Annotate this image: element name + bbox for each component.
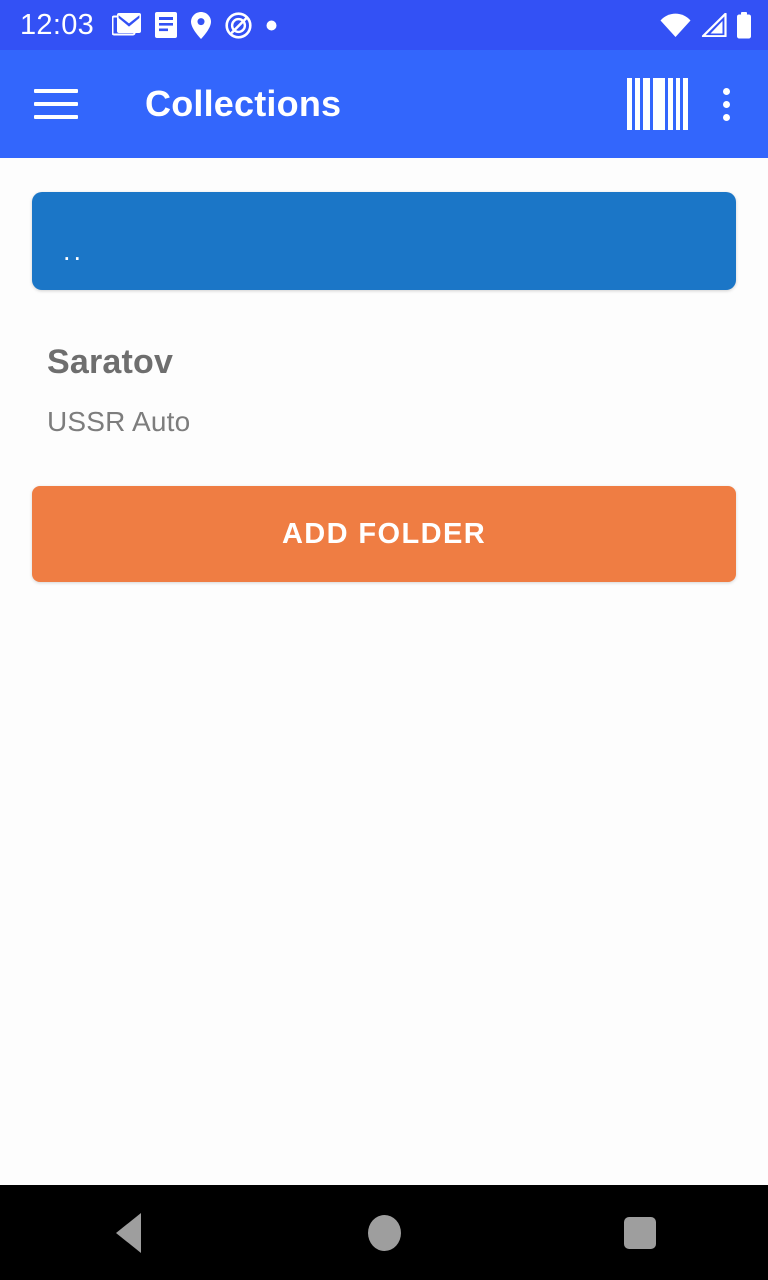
hamburger-bar — [34, 115, 78, 119]
sync-circle-icon — [225, 11, 252, 39]
hamburger-menu-icon[interactable] — [34, 89, 78, 119]
nav-back-button[interactable] — [0, 1185, 256, 1280]
app-bar: Collections — [0, 50, 768, 158]
page-title: Collections — [145, 83, 342, 124]
status-bar-clock: 12:03 — [20, 8, 95, 41]
gmail-icon — [112, 12, 142, 35]
more-vert-icon[interactable] — [698, 69, 754, 139]
folder-title: Saratov — [47, 343, 174, 381]
parent-folder-label: .. — [63, 235, 85, 266]
app-root: 12:03 Collections .. Saratov USSR Auto A… — [0, 0, 768, 1280]
recent-square-icon — [624, 1216, 656, 1249]
wifi-icon — [660, 13, 691, 37]
back-triangle-icon — [115, 1212, 141, 1253]
overflow-dot — [722, 87, 730, 95]
android-navigation-bar — [0, 1185, 768, 1280]
home-circle-icon — [367, 1214, 401, 1251]
add-folder-button[interactable]: ADD FOLDER — [32, 486, 736, 582]
nav-recent-apps-button[interactable] — [512, 1185, 768, 1280]
overflow-dot — [722, 100, 730, 108]
add-folder-button-label: ADD FOLDER — [281, 517, 487, 550]
main-content: .. Saratov USSR Auto ADD FOLDER — [0, 158, 768, 1280]
hamburger-bar — [34, 89, 78, 93]
status-bar-system-icons — [660, 11, 752, 39]
app-bar-actions — [622, 69, 768, 139]
parent-folder-card[interactable]: .. — [32, 192, 736, 290]
location-pin-icon — [191, 11, 212, 39]
status-bar: 12:03 — [0, 0, 768, 50]
nav-home-button[interactable] — [256, 1185, 512, 1280]
overflow-dot — [722, 113, 730, 121]
barcode-scan-button[interactable] — [622, 69, 692, 139]
hamburger-bar — [34, 102, 78, 106]
cell-signal-icon — [701, 13, 727, 37]
folder-subtitle: USSR Auto — [47, 406, 191, 437]
status-bar-notification-icons — [112, 11, 277, 39]
barcode-scan-icon — [626, 78, 688, 130]
battery-icon — [737, 11, 751, 38]
article-icon — [155, 12, 178, 38]
dot-icon — [266, 20, 277, 30]
